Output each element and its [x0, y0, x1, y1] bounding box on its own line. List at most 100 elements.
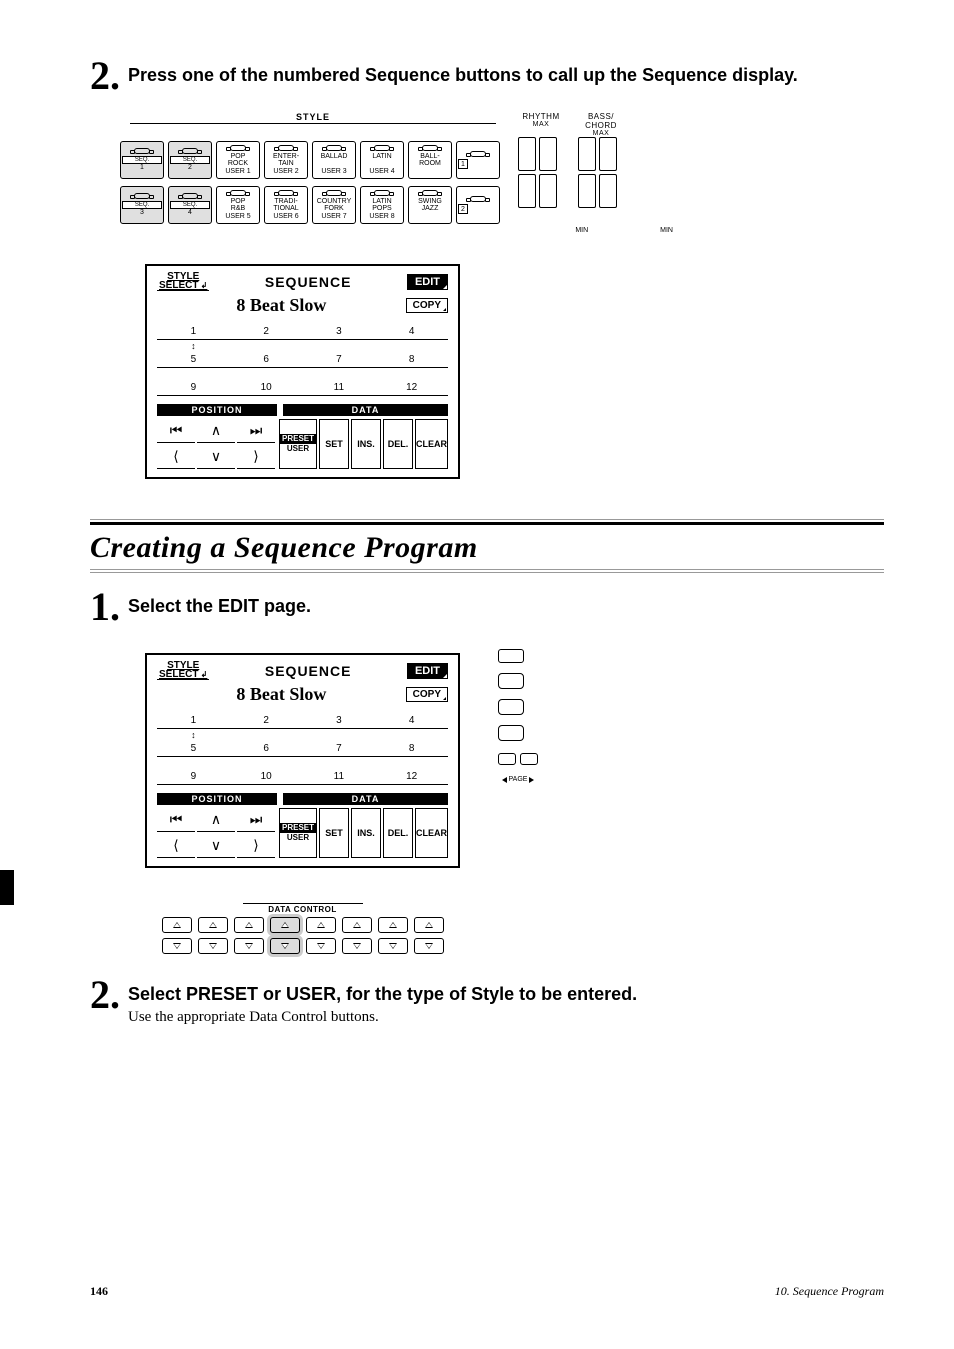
triangle-down-icon	[281, 943, 289, 949]
position-button[interactable]: ∧	[197, 808, 235, 832]
data-control-down-button[interactable]	[270, 938, 300, 954]
sequence-slot[interactable]: 4	[375, 320, 448, 339]
data-control-down-button[interactable]	[378, 938, 408, 954]
data-control-up-button[interactable]	[162, 917, 192, 933]
position-button[interactable]: ∨	[197, 445, 235, 469]
sequence-slot[interactable]: 10	[230, 368, 303, 395]
style-button[interactable]: 2	[456, 186, 500, 224]
position-button[interactable]: ⏭	[237, 419, 275, 443]
data-button[interactable]: SET	[319, 808, 349, 858]
copy-button[interactable]: COPY	[406, 687, 448, 702]
data-control-up-button[interactable]	[306, 917, 336, 933]
sequence-slot[interactable]: 11	[303, 368, 376, 395]
style-button[interactable]: 1	[456, 141, 500, 179]
chapter-label: 10. Sequence Program	[775, 1284, 884, 1299]
sequence-slot[interactable]: 3	[303, 320, 376, 339]
position-button[interactable]: ∧	[197, 419, 235, 443]
style-button[interactable]: SEQ.2	[168, 141, 212, 179]
sequence-slot[interactable]: 12	[375, 757, 448, 784]
position-button[interactable]: ⏮	[157, 808, 195, 832]
data-control-up-button[interactable]	[270, 917, 300, 933]
style-button[interactable]: ENTER-TAINUSER 2	[264, 141, 308, 179]
side-button-column: PAGE	[498, 643, 538, 783]
sequence-slot[interactable]: 2	[230, 709, 303, 728]
data-control-down-button[interactable]	[198, 938, 228, 954]
data-control-down-button[interactable]	[342, 938, 372, 954]
style-button[interactable]: TRADI-TIONALUSER 6	[264, 186, 308, 224]
data-button[interactable]: DEL.	[383, 808, 413, 858]
sequence-slot[interactable]: 12	[375, 368, 448, 395]
page-right-button[interactable]	[520, 753, 538, 765]
style-button[interactable]: POPR&BUSER 5	[216, 186, 260, 224]
data-control-down-button[interactable]	[162, 938, 192, 954]
position-button[interactable]: ∨	[197, 834, 235, 858]
sequence-slot[interactable]: 7	[303, 729, 376, 756]
style-button[interactable]: LATINPOPSUSER 8	[360, 186, 404, 224]
data-control-up-button[interactable]	[198, 917, 228, 933]
data-button[interactable]: INS.	[351, 419, 381, 469]
position-header: POSITION	[157, 793, 277, 805]
sequence-slot[interactable]: 7	[303, 340, 376, 367]
style-button[interactable]: SWINGJAZZ	[408, 186, 452, 224]
data-button[interactable]: CLEAR	[415, 808, 448, 858]
style-button[interactable]: SEQ.3	[120, 186, 164, 224]
display-side-button[interactable]	[498, 673, 524, 689]
bass-chord-label: BASS/ CHORD	[576, 112, 626, 130]
data-button[interactable]: SET	[319, 419, 349, 469]
data-button[interactable]: INS.	[351, 808, 381, 858]
display-side-button[interactable]	[498, 649, 524, 663]
position-button[interactable]: ⏮	[157, 419, 195, 443]
style-button[interactable]: LATIN USER 4	[360, 141, 404, 179]
position-button[interactable]: ⟨	[157, 834, 195, 858]
style-button[interactable]: SEQ.4	[168, 186, 212, 224]
data-control-up-button[interactable]	[378, 917, 408, 933]
sequence-slot[interactable]: 8	[375, 729, 448, 756]
triangle-down-icon	[173, 943, 181, 949]
position-button[interactable]: ⏭	[237, 808, 275, 832]
sequence-slot[interactable]: 10	[230, 757, 303, 784]
data-button[interactable]: PRESETUSER	[279, 419, 317, 469]
position-button[interactable]: ⟩	[237, 834, 275, 858]
style-button[interactable]: SEQ.1	[120, 141, 164, 179]
data-control-up-button[interactable]	[342, 917, 372, 933]
sequence-slot[interactable]: 9	[157, 757, 230, 784]
display-side-button[interactable]	[498, 725, 524, 741]
data-control-down-button[interactable]	[414, 938, 444, 954]
data-button[interactable]: CLEAR	[415, 419, 448, 469]
sequence-slot[interactable]: 6	[230, 729, 303, 756]
page-left-button[interactable]	[498, 753, 516, 765]
copy-button[interactable]: COPY	[406, 298, 448, 313]
sequence-slot[interactable]: 8	[375, 340, 448, 367]
sequence-slot[interactable]: 4	[375, 709, 448, 728]
triangle-down-icon	[389, 943, 397, 949]
position-button[interactable]: ⟩	[237, 445, 275, 469]
style-button[interactable]: BALL-ROOM	[408, 141, 452, 179]
style-button[interactable]: BALLAD USER 3	[312, 141, 356, 179]
sequence-slot[interactable]: 1	[157, 320, 230, 339]
sequence-slot[interactable]: ↕5	[157, 729, 230, 756]
style-button[interactable]: COUNTRYFORKUSER 7	[312, 186, 356, 224]
triangle-down-icon	[245, 943, 253, 949]
sequence-slot[interactable]: 1	[157, 709, 230, 728]
data-header: DATA	[283, 404, 448, 416]
style-select-button[interactable]: STYLE SELECT	[157, 661, 209, 680]
data-button[interactable]: PRESETUSER	[279, 808, 317, 858]
sequence-slot[interactable]: 6	[230, 340, 303, 367]
edit-button[interactable]: EDIT	[407, 274, 448, 290]
data-control-down-button[interactable]	[306, 938, 336, 954]
data-control-down-button[interactable]	[234, 938, 264, 954]
style-button[interactable]: POPROCKUSER 1	[216, 141, 260, 179]
page-number: 146	[90, 1284, 108, 1299]
style-select-button[interactable]: STYLE SELECT	[157, 272, 209, 291]
data-control-up-button[interactable]	[414, 917, 444, 933]
sequence-slot[interactable]: 3	[303, 709, 376, 728]
sequence-slot[interactable]: 9	[157, 368, 230, 395]
sequence-slot[interactable]: 11	[303, 757, 376, 784]
display-side-button[interactable]	[498, 699, 524, 715]
data-button[interactable]: DEL.	[383, 419, 413, 469]
position-button[interactable]: ⟨	[157, 445, 195, 469]
sequence-slot[interactable]: 2	[230, 320, 303, 339]
edit-button[interactable]: EDIT	[407, 663, 448, 679]
sequence-slot[interactable]: ↕5	[157, 340, 230, 367]
data-control-up-button[interactable]	[234, 917, 264, 933]
